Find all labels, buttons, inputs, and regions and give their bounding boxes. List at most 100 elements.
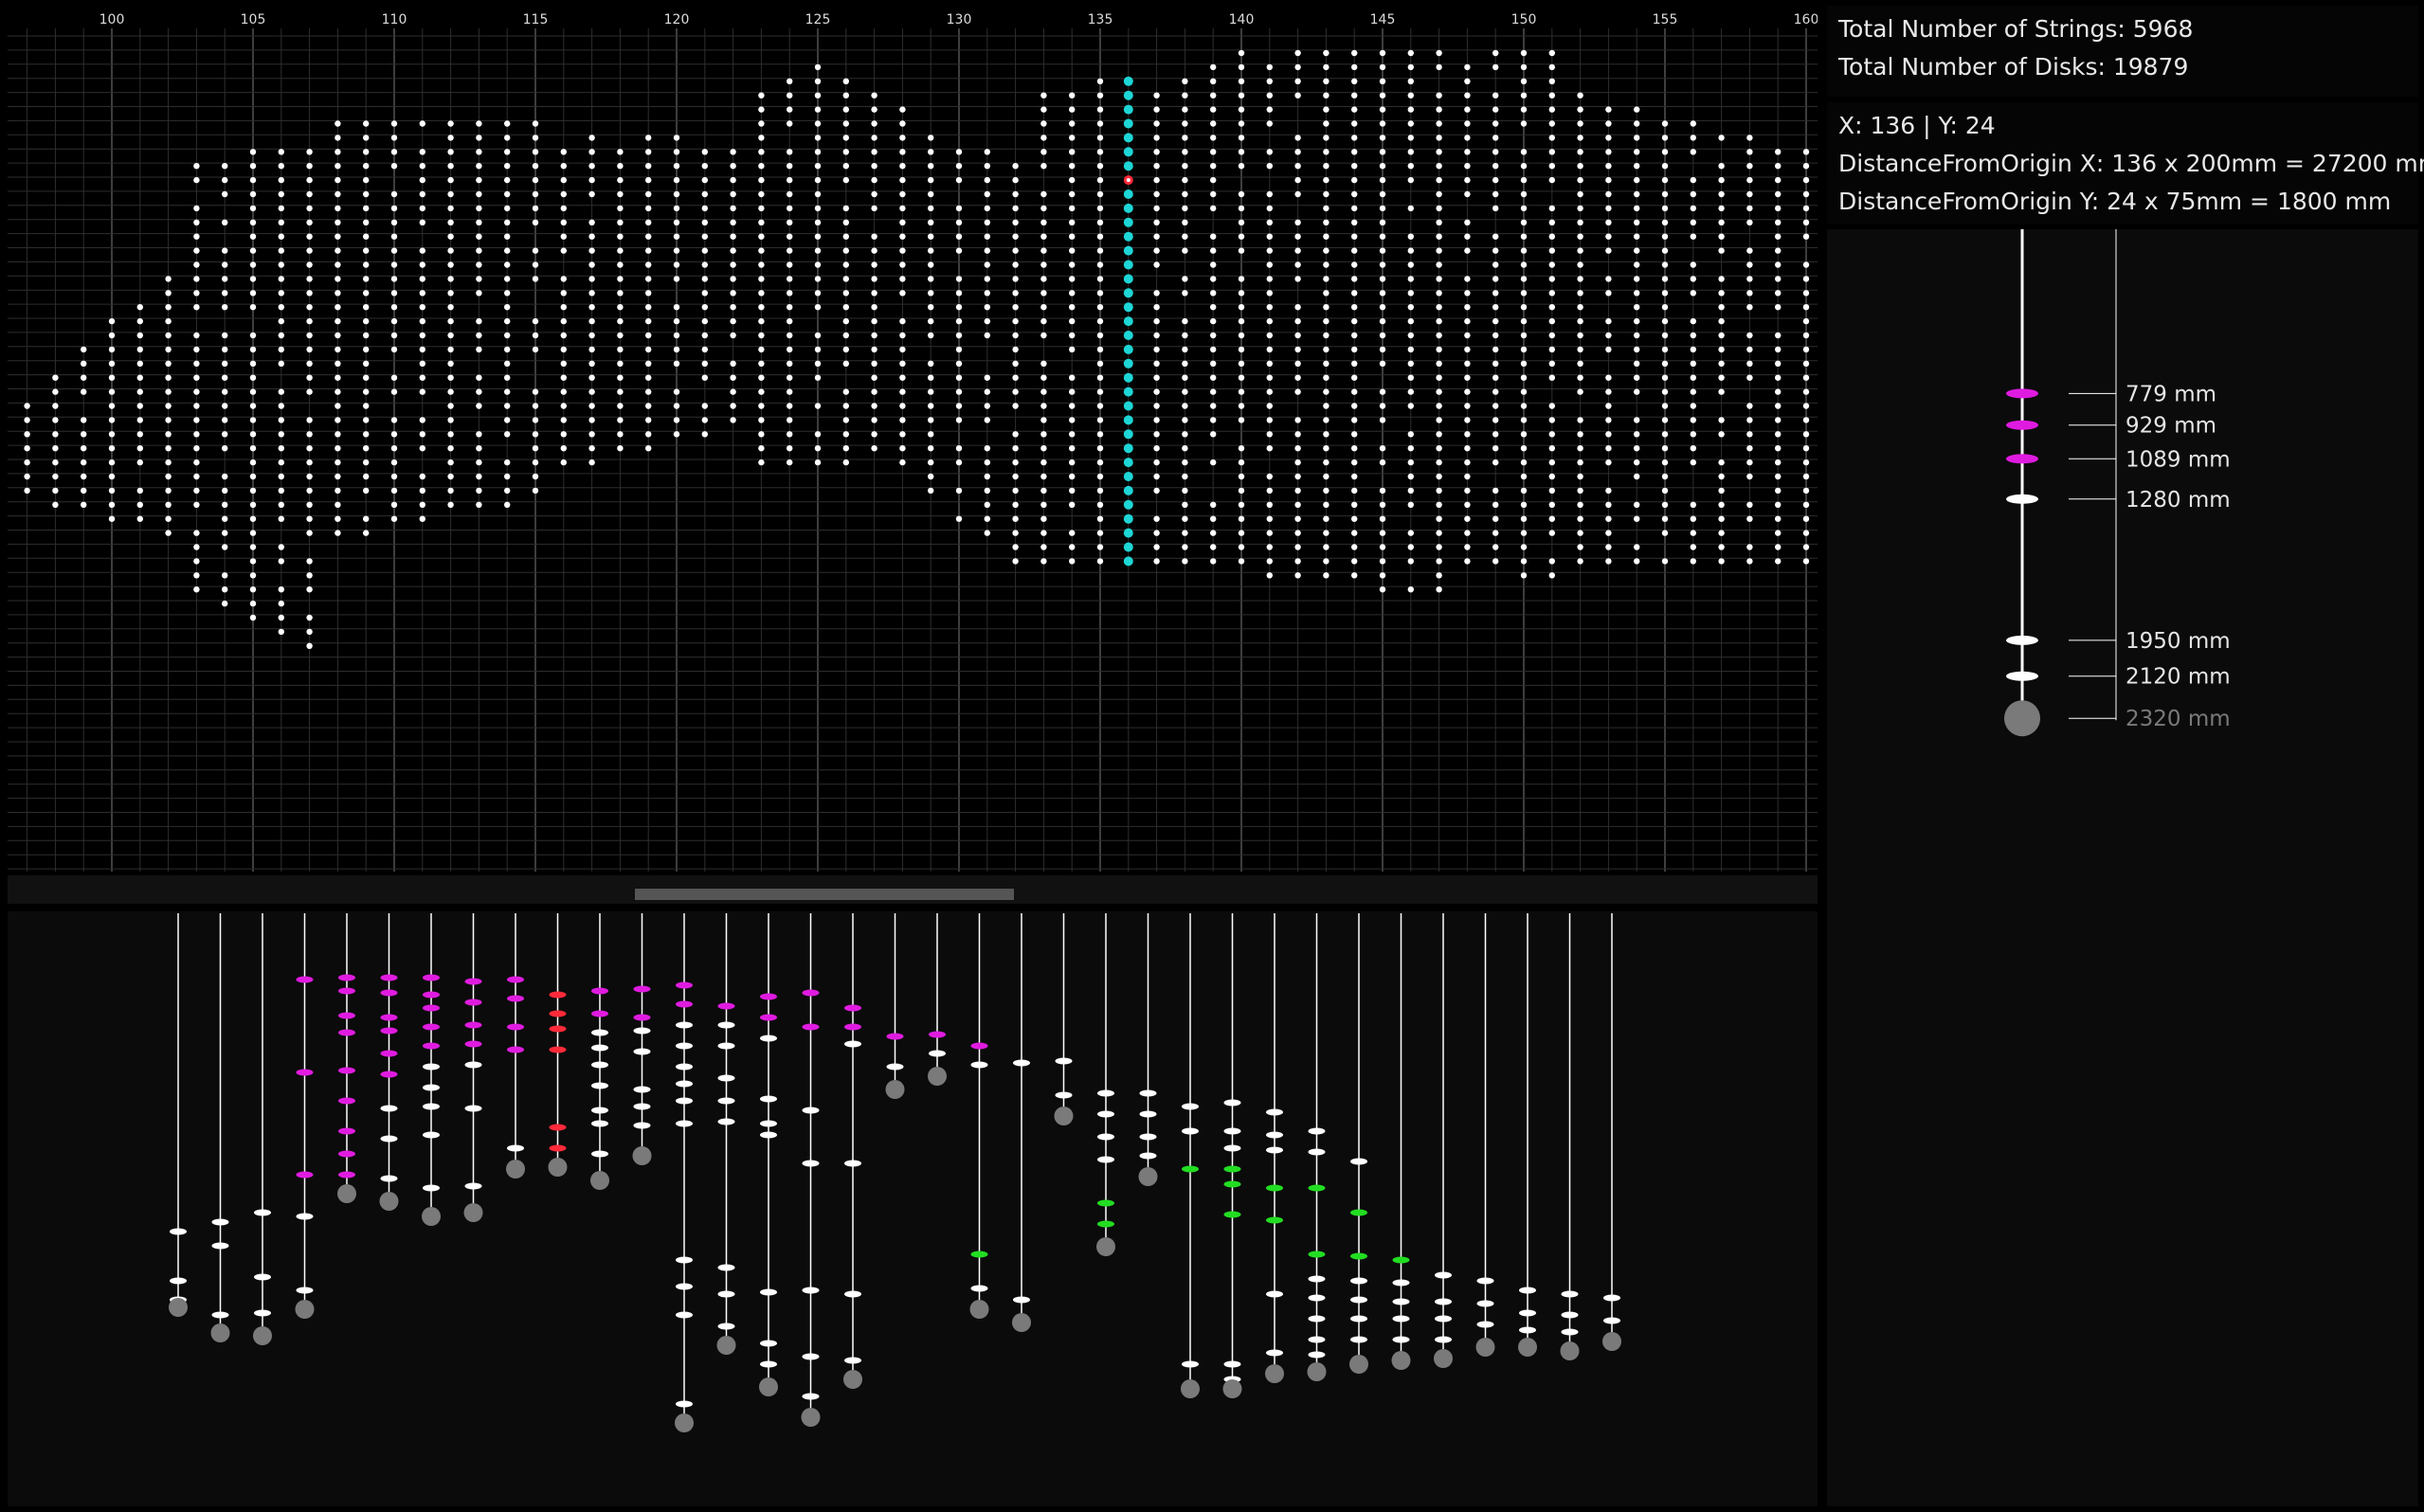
string-dot[interactable] xyxy=(1746,332,1753,339)
disk-marker[interactable] xyxy=(591,1107,608,1114)
disk-marker[interactable] xyxy=(844,1160,861,1167)
string-dot[interactable] xyxy=(1802,219,1810,225)
string-dot[interactable] xyxy=(1210,120,1217,127)
selected-column-dot[interactable] xyxy=(1123,104,1133,115)
string-dot[interactable] xyxy=(842,149,849,155)
disk-marker[interactable] xyxy=(423,1184,440,1192)
string-dot[interactable] xyxy=(1294,431,1301,438)
string-dot[interactable] xyxy=(871,290,877,297)
string-dot[interactable] xyxy=(1605,403,1612,409)
string-dot[interactable] xyxy=(1069,290,1076,297)
disk-marker[interactable] xyxy=(1223,1099,1241,1107)
string-dot[interactable] xyxy=(1210,459,1217,466)
string-dot[interactable] xyxy=(645,247,652,254)
string-dot[interactable] xyxy=(1577,261,1583,268)
string-dot[interactable] xyxy=(1436,431,1442,438)
string-dot[interactable] xyxy=(1351,558,1358,565)
string-dot[interactable] xyxy=(1294,219,1301,225)
string-dot[interactable] xyxy=(1577,176,1583,184)
string-dot[interactable] xyxy=(1436,530,1442,536)
string-dot[interactable] xyxy=(1182,501,1188,508)
string-dot[interactable] xyxy=(758,92,765,99)
string-dot[interactable] xyxy=(1012,304,1019,311)
string-profile[interactable] xyxy=(759,913,778,1396)
string-dot[interactable] xyxy=(1436,332,1442,339)
string-dot[interactable] xyxy=(1464,558,1471,565)
string-dot[interactable] xyxy=(871,176,877,184)
string-dot[interactable] xyxy=(504,276,511,282)
string-dot[interactable] xyxy=(1718,544,1725,550)
string-dot[interactable] xyxy=(1153,530,1160,536)
string-dot[interactable] xyxy=(899,459,906,466)
string-dot[interactable] xyxy=(1436,544,1442,550)
string-dot[interactable] xyxy=(419,431,425,438)
string-dot[interactable] xyxy=(1492,515,1499,522)
string-dot[interactable] xyxy=(899,346,906,353)
string-dot[interactable] xyxy=(1548,417,1556,423)
string-dot[interactable] xyxy=(1492,403,1499,409)
string-dot[interactable] xyxy=(136,388,143,395)
string-dot[interactable] xyxy=(1210,530,1217,536)
string-dot[interactable] xyxy=(306,247,313,254)
string-dot[interactable] xyxy=(1040,135,1047,141)
string-dot[interactable] xyxy=(1436,403,1442,409)
string-dot[interactable] xyxy=(390,374,398,381)
string-dot[interactable] xyxy=(447,233,454,240)
string-dot[interactable] xyxy=(1407,163,1415,170)
disk-marker[interactable] xyxy=(549,1144,567,1152)
disk-marker[interactable] xyxy=(1182,1360,1199,1368)
string-dot[interactable] xyxy=(1690,317,1697,325)
string-dot[interactable] xyxy=(222,190,228,198)
string-dot[interactable] xyxy=(984,515,991,522)
string-dot[interactable] xyxy=(1096,149,1104,155)
disk-marker[interactable] xyxy=(1561,1290,1579,1298)
disk-marker[interactable] xyxy=(676,1063,693,1071)
string-dot[interactable] xyxy=(1690,176,1697,184)
string-dot[interactable] xyxy=(787,403,793,409)
string-dot[interactable] xyxy=(335,120,341,127)
string-dot[interactable] xyxy=(899,374,906,381)
string-dot[interactable] xyxy=(1012,247,1019,254)
string-dot[interactable] xyxy=(1040,276,1047,282)
string-dot[interactable] xyxy=(588,219,595,225)
string-dot[interactable] xyxy=(787,346,793,353)
string-dot[interactable] xyxy=(1351,431,1358,438)
string-dot[interactable] xyxy=(701,205,708,212)
string-dot[interactable] xyxy=(560,417,567,423)
string-dot[interactable] xyxy=(1718,304,1725,311)
string-dot[interactable] xyxy=(1040,163,1047,170)
string-dot[interactable] xyxy=(645,233,652,240)
string-dot[interactable] xyxy=(1802,431,1810,438)
string-dot[interactable] xyxy=(335,445,341,452)
disk-marker[interactable] xyxy=(1435,1336,1452,1343)
string-dot[interactable] xyxy=(249,544,257,550)
string-dot[interactable] xyxy=(136,417,143,423)
string-dot[interactable] xyxy=(1464,276,1471,282)
string-dot[interactable] xyxy=(504,190,511,198)
string-dot[interactable] xyxy=(532,276,539,282)
string-dot[interactable] xyxy=(1294,459,1301,466)
string-dot[interactable] xyxy=(1577,544,1583,550)
string-dot[interactable] xyxy=(1775,544,1782,550)
string-dot[interactable] xyxy=(730,317,736,325)
string-dot[interactable] xyxy=(1182,332,1188,339)
string-dot[interactable] xyxy=(1407,261,1415,268)
string-dot[interactable] xyxy=(1520,205,1528,212)
string-dot[interactable] xyxy=(814,459,822,466)
string-dot[interactable] xyxy=(787,261,793,268)
string-dot[interactable] xyxy=(871,431,877,438)
string-dot[interactable] xyxy=(222,219,228,225)
string-dot[interactable] xyxy=(899,317,906,325)
string-dot[interactable] xyxy=(1294,247,1301,254)
string-dot[interactable] xyxy=(560,276,567,282)
string-dot[interactable] xyxy=(249,233,257,240)
string-dot[interactable] xyxy=(476,431,482,438)
string-dot[interactable] xyxy=(136,445,143,452)
string-dot[interactable] xyxy=(1634,431,1640,438)
disk-marker[interactable] xyxy=(338,1097,355,1105)
string-dot[interactable] xyxy=(1294,304,1301,311)
string-dot[interactable] xyxy=(560,163,567,170)
string-dot[interactable] xyxy=(758,317,765,325)
string-dot[interactable] xyxy=(1096,558,1104,565)
string-dot[interactable] xyxy=(222,374,228,381)
